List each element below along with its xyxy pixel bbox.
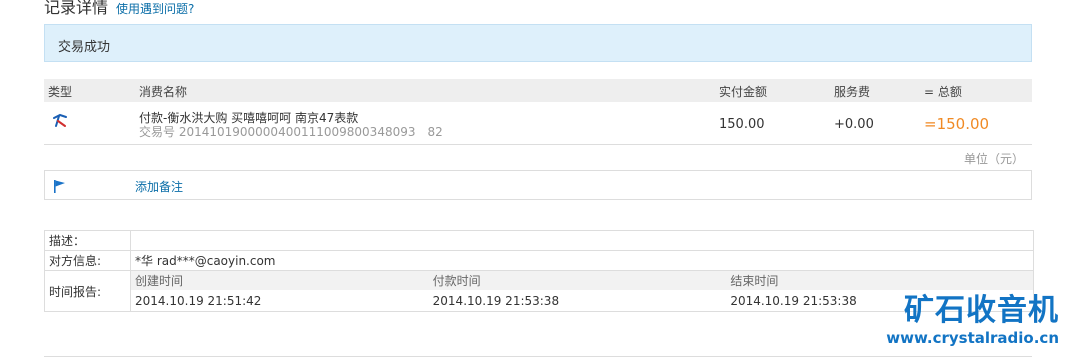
paid-time-value: 2014.10.19 21:53:38	[432, 293, 560, 308]
time-label: 时间报告:	[44, 270, 131, 312]
transaction-number: 交易号 2014101900000400111009800348093 82	[139, 125, 443, 139]
divider	[44, 356, 1032, 357]
page-title: 记录详情	[44, 0, 109, 17]
paid-time-header: 付款时间	[428, 271, 727, 290]
table-row: 付款-衡水洪大购 买嘻嘻呵呵 南京47表款 交易号 20141019000004…	[44, 103, 1032, 145]
watermark-text: 矿石收音机	[904, 293, 1059, 328]
watermark-url: www.crystalradio.cn	[886, 329, 1059, 347]
col-name: 消费名称	[139, 85, 188, 99]
paid-amount: 150.00	[719, 117, 765, 132]
status-text: 交易成功	[58, 40, 111, 55]
desc-label: 描述：	[44, 230, 131, 251]
created-time-header: 创建时间	[131, 271, 429, 290]
memo-box: 添加备注	[44, 170, 1032, 200]
col-type: 类型	[48, 85, 73, 99]
service-fee: +0.00	[834, 117, 874, 132]
created-time-value: 2014.10.19 21:51:42	[135, 293, 262, 308]
col-fee: 服务费	[834, 85, 871, 99]
table-header: 类型 消费名称 实付金额 服务费 = 总额	[44, 79, 1032, 102]
page-header: 记录详情 使用遇到问题?	[44, 0, 194, 18]
party-label: 对方信息:	[44, 250, 131, 271]
end-time-header: 结束时间	[726, 271, 1033, 290]
flag-icon	[52, 178, 68, 194]
col-paid: 实付金额	[719, 85, 768, 99]
help-link[interactable]: 使用遇到问题?	[116, 0, 194, 17]
payment-type-icon	[51, 112, 69, 130]
party-value: *华 rad***@caoyin.com	[130, 250, 1034, 271]
currency-unit: 单位（元）	[963, 152, 1024, 166]
total-amount: =150.00	[924, 115, 990, 133]
desc-value	[130, 230, 1034, 251]
col-total: = 总额	[924, 85, 962, 99]
status-banner: 交易成功	[44, 24, 1032, 62]
watermark: 矿石收音机 www.crystalradio.cn	[886, 294, 1059, 348]
add-memo-link[interactable]: 添加备注	[135, 178, 183, 195]
